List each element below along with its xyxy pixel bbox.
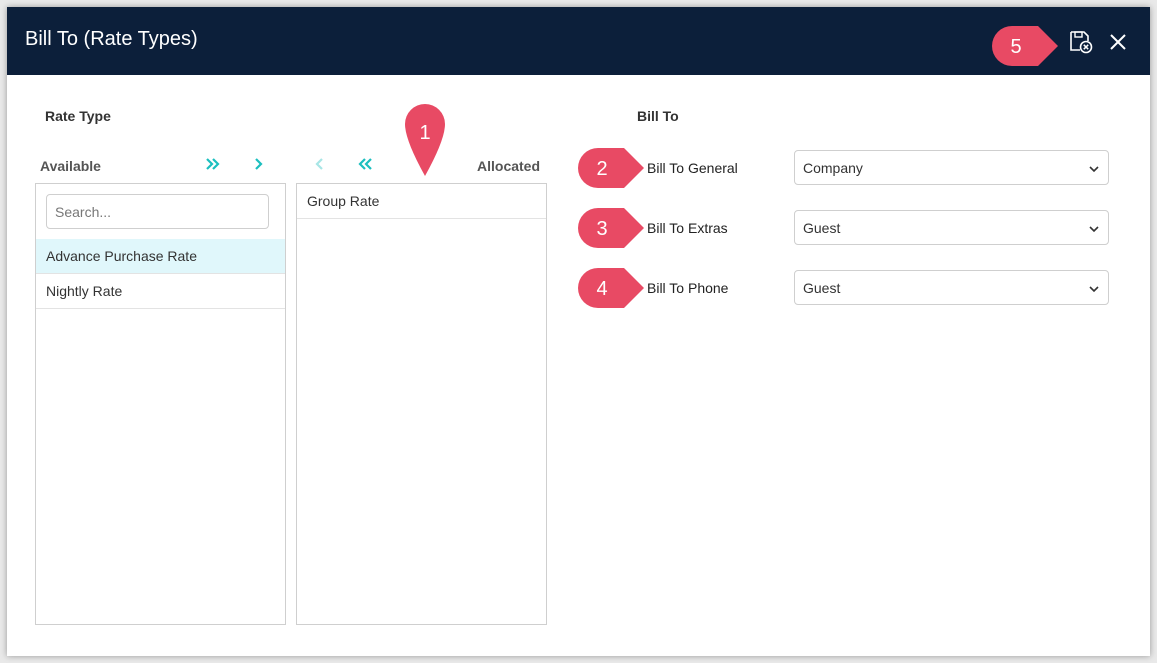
bill-to-general-label: Bill To General	[647, 160, 738, 176]
bill-to-dialog: Bill To (Rate Types) 5 Rate Type Availab…	[7, 7, 1150, 656]
bill-to-extras-value: Guest	[803, 220, 841, 236]
allocated-list: Group Rate	[296, 183, 547, 625]
close-button[interactable]	[1107, 31, 1129, 53]
move-right-icon	[255, 158, 263, 170]
allocated-label: Allocated	[477, 158, 541, 174]
bill-to-heading: Bill To	[637, 108, 679, 124]
callout-1-number: 1	[419, 122, 431, 144]
save-and-close-button[interactable]	[1068, 29, 1094, 55]
callout-3: 3	[578, 208, 644, 248]
list-item-group-rate[interactable]: Group Rate	[297, 184, 546, 219]
move-all-left-icon	[358, 158, 372, 170]
bill-to-phone-label: Bill To Phone	[647, 280, 729, 296]
available-list: Advance Purchase Rate Nightly Rate	[35, 183, 286, 625]
move-all-right-button[interactable]	[202, 153, 224, 175]
list-item-advance-purchase-rate[interactable]: Advance Purchase Rate	[36, 239, 285, 274]
close-icon	[1110, 34, 1126, 50]
available-label: Available	[40, 158, 101, 174]
callout-5: 5	[992, 26, 1058, 66]
dialog-title: Bill To (Rate Types)	[25, 28, 198, 50]
move-left-icon	[315, 158, 323, 170]
chevron-down-icon	[1089, 166, 1099, 173]
callout-4: 4	[578, 268, 644, 308]
bill-to-general-value: Company	[803, 160, 863, 176]
move-all-right-icon	[206, 158, 220, 170]
callout-2: 2	[578, 148, 644, 188]
title-bar: Bill To (Rate Types) 5	[7, 7, 1150, 75]
save-close-icon	[1070, 31, 1093, 54]
move-all-left-button[interactable]	[354, 153, 376, 175]
rate-type-heading: Rate Type	[45, 108, 111, 124]
move-left-button[interactable]	[308, 153, 330, 175]
chevron-down-icon	[1089, 286, 1099, 293]
bill-to-phone-select[interactable]: Guest	[794, 270, 1109, 305]
move-right-button[interactable]	[248, 153, 270, 175]
bill-to-phone-value: Guest	[803, 280, 841, 296]
search-input[interactable]	[46, 194, 269, 229]
list-item-nightly-rate[interactable]: Nightly Rate	[36, 274, 285, 309]
chevron-down-icon	[1089, 226, 1099, 233]
bill-to-extras-select[interactable]: Guest	[794, 210, 1109, 245]
bill-to-extras-label: Bill To Extras	[647, 220, 728, 236]
bill-to-general-select[interactable]: Company	[794, 150, 1109, 185]
